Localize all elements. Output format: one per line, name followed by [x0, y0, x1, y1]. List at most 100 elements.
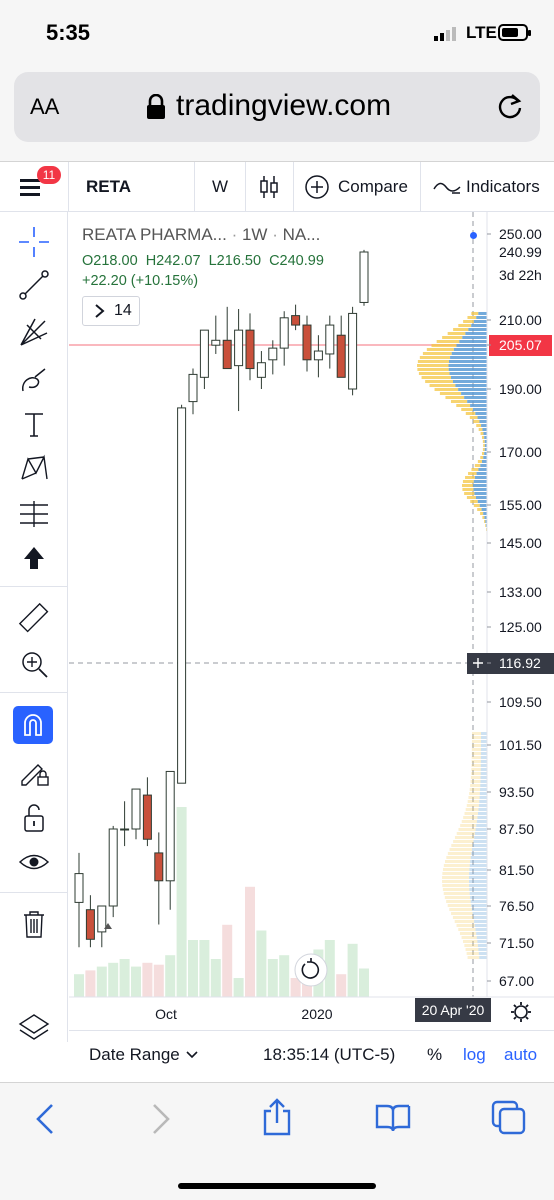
candles-chart-type-icon[interactable] [258, 174, 280, 200]
log-toggle[interactable]: log [463, 1045, 486, 1065]
hide-drawings-tool[interactable] [12, 842, 56, 882]
candle-body [313, 350, 323, 361]
arrow-tool[interactable] [12, 538, 56, 578]
volume-profile-bar-down [469, 864, 487, 867]
volume-profile-bar-down [479, 792, 487, 795]
volume-profile-bar-down [477, 500, 487, 503]
volume-profile-bar-down [473, 320, 487, 323]
settings-gear-icon[interactable] [511, 1002, 531, 1022]
measure-tool[interactable] [12, 598, 56, 638]
volume-profile-bar-down [480, 740, 487, 743]
compare-button[interactable]: Compare [304, 172, 408, 202]
forward-icon[interactable] [150, 1103, 172, 1135]
prediction-tool[interactable] [12, 494, 56, 534]
magnet-tool[interactable] [13, 706, 53, 744]
price-axis-label: 87.50 [499, 821, 534, 837]
volume-profile-bar-down [472, 844, 487, 847]
volume-profile-bar-up [466, 952, 479, 955]
volume-profile-bar-down [461, 392, 487, 395]
candle-body [234, 329, 244, 367]
volume-profile-bar-up [442, 888, 470, 891]
clock-timezone[interactable]: 18:35:14 (UTC-5) [263, 1045, 395, 1065]
volume-profile-bar-down [480, 784, 487, 787]
share-icon[interactable] [260, 1097, 294, 1137]
volume-profile-bar-up [463, 940, 478, 943]
volume-profile-bar-down [473, 488, 487, 491]
pencil-lock-icon [21, 764, 49, 786]
home-indicator [178, 1183, 376, 1189]
volume-profile-bar-up [458, 928, 476, 931]
volume-profile-bar-down [470, 896, 487, 899]
address-bar[interactable]: AA tradingview.com [14, 72, 540, 142]
volume-profile-bar-up [480, 432, 484, 435]
volume-profile-bar-up [471, 736, 481, 739]
volume-profile-bar-up [464, 812, 479, 815]
volume-profile-bar-down [478, 808, 487, 811]
tabs-icon[interactable] [490, 1099, 528, 1137]
date-range-button[interactable]: Date Range [89, 1045, 198, 1065]
volume-profile-bar-up [476, 424, 482, 427]
volume-profile-bar-down [459, 340, 487, 343]
reader-options-button[interactable]: AA [30, 94, 59, 120]
volume-profile-bar-up [466, 804, 479, 807]
text-tool[interactable] [12, 404, 56, 444]
percent-toggle[interactable]: % [427, 1045, 442, 1065]
volume-profile-bar-up [447, 332, 466, 335]
auto-toggle[interactable]: auto [504, 1045, 537, 1065]
status-time: 5:35 [46, 20, 91, 45]
volume-profile-bar-up [461, 408, 473, 411]
volume-bar [256, 930, 267, 997]
zoom-in-icon [22, 652, 48, 678]
legend-open: O218.00 [82, 253, 138, 269]
volume-profile-bar-up [451, 844, 473, 847]
browser-address-area: AA tradingview.com [0, 66, 554, 162]
reload-icon[interactable] [496, 93, 524, 121]
volume-profile-bar-down [480, 744, 487, 747]
volume-profile-bar-down [478, 952, 487, 955]
date-range-label: Date Range [89, 1045, 180, 1064]
chart-pane[interactable]: 250.00 240.99 3d 22h 210.00 205.07 190.00 170.… [69, 212, 554, 1042]
lock-drawings-tool[interactable] [12, 752, 56, 792]
volume-bar [222, 924, 233, 997]
legend-expand-button[interactable]: 14 [82, 296, 140, 326]
volume-profile-bar-up [460, 824, 477, 827]
object-tree-tool[interactable] [12, 1008, 56, 1048]
candle-body [131, 788, 141, 830]
volume-profile-bar-down [481, 424, 487, 427]
volume-profile-bar-down [483, 512, 487, 515]
volume-profile-bar-up [480, 512, 484, 515]
indicators-button[interactable]: Indicators [432, 172, 540, 202]
volume-profile-bar-up [454, 836, 475, 839]
legend-close: C240.99 [269, 253, 324, 269]
lock-all-tool[interactable] [12, 798, 56, 838]
trend-line-tool[interactable] [12, 265, 56, 305]
volume-profile-bar-up [471, 312, 479, 315]
interval-button[interactable]: W [212, 177, 228, 197]
volume-profile-bar-up [483, 444, 485, 447]
brush-tool[interactable] [12, 360, 56, 400]
volume-profile-bar-down [473, 840, 487, 843]
volume-profile-bar-up [449, 908, 472, 911]
candlestick-chart[interactable]: 250.00 240.99 3d 22h 210.00 205.07 190.00 170.… [69, 212, 554, 1042]
legend-title: REATA PHARMA... [82, 225, 227, 244]
back-icon[interactable] [34, 1103, 56, 1135]
position-icon [20, 501, 48, 527]
chart-toolbar: 11 RETA W Compare Indicators [0, 162, 554, 212]
volume-profile-bar-down [470, 900, 487, 903]
remove-drawings-tool[interactable] [12, 904, 56, 944]
zoom-tool[interactable] [12, 644, 56, 684]
bookmarks-icon[interactable] [374, 1103, 412, 1133]
volume-profile-bar-down [475, 928, 487, 931]
gann-fib-tool[interactable] [12, 312, 56, 352]
pattern-tool[interactable] [12, 448, 56, 488]
volume-profile-bar-down [469, 888, 487, 891]
symbol-search-button[interactable]: RETA [86, 177, 131, 197]
crosshair-tool[interactable] [12, 222, 56, 262]
drawing-toolbar [0, 212, 68, 1042]
volume-profile-bar-up [478, 428, 483, 431]
volume-profile-bar-up [434, 388, 459, 391]
price-axis-label: 170.00 [499, 444, 542, 460]
legend-interval: 1W [241, 225, 268, 244]
candle-body [188, 373, 198, 403]
volume-profile-bar-up [485, 524, 487, 527]
